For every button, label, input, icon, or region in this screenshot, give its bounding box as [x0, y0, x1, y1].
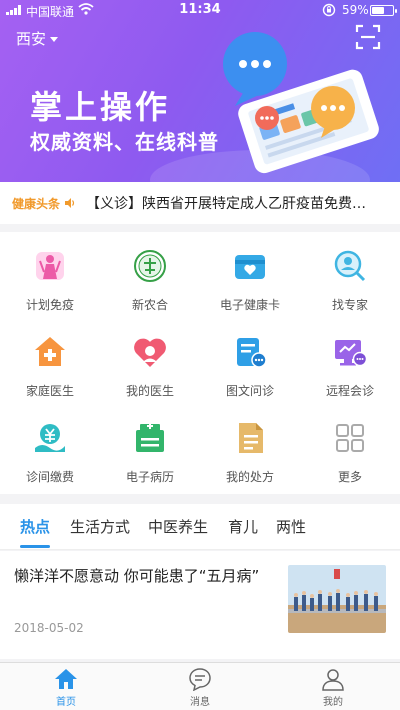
service-label: 计划免疫 — [25, 298, 74, 312]
article-date: 2018-05-02 — [14, 621, 84, 635]
service-family-doctor[interactable]: 家庭医生 — [0, 318, 100, 404]
tab-tcm-wellness[interactable]: 中医养生 — [148, 516, 208, 537]
battery-icon — [370, 5, 397, 16]
service-label: 新农合 — [131, 298, 168, 312]
article-category-tabs: 热点 生活方式 中医养生 育儿 两性 — [0, 504, 400, 550]
banner-title: 掌上操作 — [30, 88, 171, 126]
service-label: 家庭医生 — [25, 384, 74, 398]
tab-lifestyle[interactable]: 生活方式 — [70, 516, 130, 537]
message-icon — [189, 668, 211, 691]
service-label: 电子健康卡 — [219, 298, 280, 312]
service-grid: 计划免疫 新农合 电子健康卡 找专家 家庭医生 我的医生 图文问诊 远程会诊 诊… — [0, 232, 400, 494]
find-expert-icon — [334, 250, 366, 282]
phone-illustration — [223, 32, 379, 174]
health-card-icon — [235, 255, 265, 279]
remote-consult-icon — [335, 340, 368, 367]
payment-icon — [35, 424, 65, 452]
chat-consult-icon — [237, 338, 267, 368]
status-bar: 中国联通 11:34 59% — [0, 0, 400, 22]
tab-hot[interactable]: 热点 — [20, 516, 51, 548]
service-label: 更多 — [337, 470, 362, 484]
tab-parenting[interactable]: 育儿 — [228, 516, 258, 537]
service-find-expert[interactable]: 找专家 — [300, 232, 400, 318]
nav-profile-label: 我的 — [323, 697, 343, 708]
service-payment[interactable]: 诊间缴费 — [0, 404, 100, 490]
nav-messages-label: 消息 — [190, 697, 210, 708]
profile-icon — [322, 669, 344, 691]
tab-sexual-health[interactable]: 两性 — [276, 516, 306, 537]
nav-home[interactable]: 首页 — [26, 667, 106, 708]
caret-down-icon — [50, 37, 59, 42]
service-medical-record[interactable]: 电子病历 — [100, 404, 200, 490]
vaccination-icon — [36, 252, 64, 280]
banner-subtitle: 权威资料、在线科普 — [30, 130, 219, 154]
service-label: 我的医生 — [125, 384, 174, 398]
hero-banner[interactable]: 中国联通 11:34 59% 西安 掌上操作 权威资料、在线科普 — [0, 0, 400, 182]
service-label: 远程会诊 — [325, 384, 374, 398]
clock: 11:34 — [179, 2, 221, 17]
service-label: 图文问诊 — [225, 384, 274, 398]
nav-home-label: 首页 — [56, 697, 76, 708]
nav-messages[interactable]: 消息 — [160, 667, 240, 708]
service-health-card[interactable]: 电子健康卡 — [200, 232, 300, 318]
service-my-doctor[interactable]: 我的医生 — [100, 318, 200, 404]
home-screen: 中国联通 11:34 59% 西安 掌上操作 权威资料、在线科普 健康头条 【义… — [0, 0, 400, 710]
my-doctor-icon — [134, 338, 166, 367]
service-label: 我的处方 — [225, 470, 274, 484]
ticker-tag: 健康头条 — [12, 196, 61, 211]
home-icon — [55, 669, 77, 689]
service-vaccination[interactable]: 计划免疫 — [0, 232, 100, 318]
medical-record-icon — [136, 423, 164, 452]
health-headline-ticker[interactable]: 健康头条 【义诊】陕西省开展特定成人乙肝疫苗免费接种 — [0, 182, 400, 224]
city-label: 西安 — [16, 30, 47, 48]
more-grid-icon — [336, 424, 364, 452]
service-label: 电子病历 — [125, 470, 174, 484]
service-label: 诊间缴费 — [25, 470, 74, 484]
city-selector[interactable]: 西安 — [16, 28, 59, 49]
service-remote-consult[interactable]: 远程会诊 — [300, 318, 400, 404]
service-more[interactable]: 更多 — [300, 404, 400, 490]
service-rural-insurance[interactable]: 新农合 — [100, 232, 200, 318]
article-card[interactable]: 懒洋洋不愿意动 你可能患了“五月病” 2018-05-02 — [0, 551, 400, 659]
article-thumbnail — [288, 565, 386, 633]
bottom-navigation: 首页 消息 我的 — [0, 662, 400, 710]
service-chat-consult[interactable]: 图文问诊 — [200, 318, 300, 404]
family-doctor-icon — [35, 337, 65, 366]
service-label: 找专家 — [331, 298, 368, 312]
battery-percent: 59% — [342, 3, 369, 17]
rural-insurance-icon — [134, 250, 166, 282]
ticker-headline[interactable]: 【义诊】陕西省开展特定成人乙肝疫苗免费接种 — [86, 193, 376, 213]
service-prescription[interactable]: 我的处方 — [200, 404, 300, 490]
rotation-lock-icon — [322, 3, 336, 17]
article-title: 懒洋洋不愿意动 你可能患了“五月病” — [14, 567, 260, 585]
prescription-icon — [239, 423, 263, 453]
nav-profile[interactable]: 我的 — [293, 667, 373, 708]
speaker-icon — [65, 198, 75, 208]
